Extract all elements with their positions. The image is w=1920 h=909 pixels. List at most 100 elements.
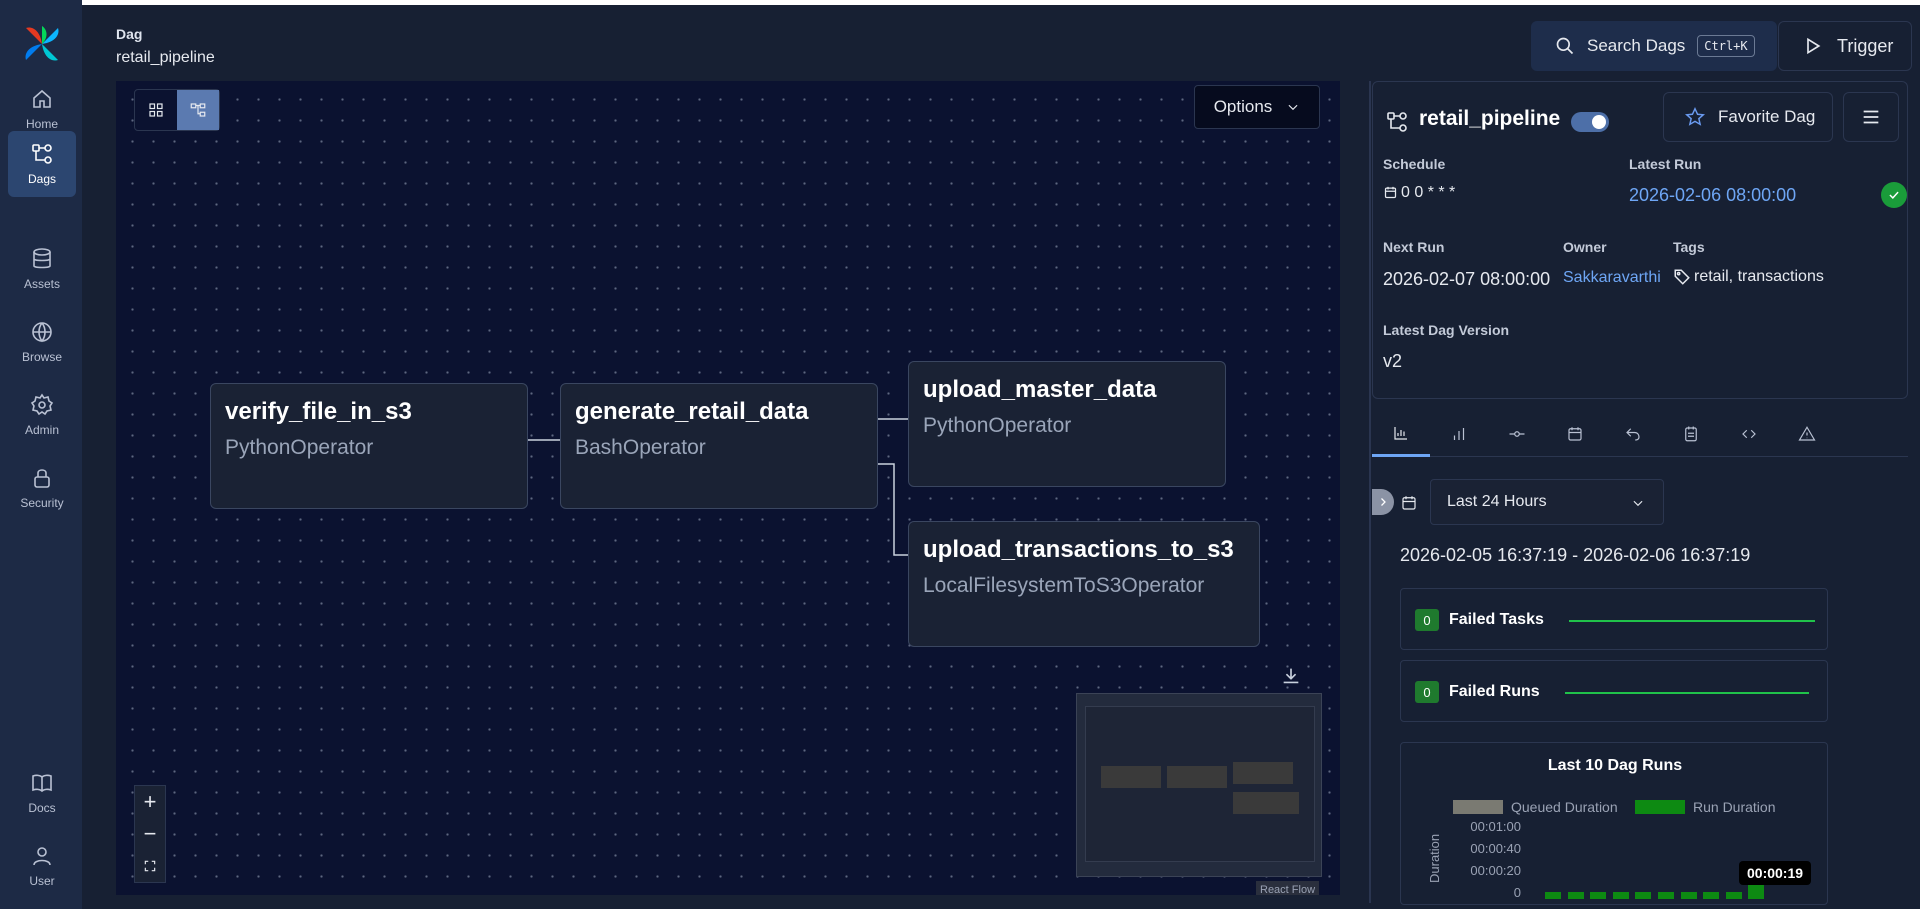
- search-icon: [1556, 37, 1574, 55]
- run-duration-bar[interactable]: [1703, 892, 1720, 899]
- run-duration-bar[interactable]: [1658, 892, 1674, 899]
- tags-value: retail, transactions: [1673, 268, 1824, 286]
- user-icon: [33, 847, 51, 866]
- task-node[interactable]: generate_retail_data BashOperator: [560, 383, 878, 509]
- legend-run[interactable]: Run Duration: [1635, 799, 1776, 815]
- sidebar-item-dags[interactable]: Dags: [8, 131, 76, 197]
- run-duration-bar[interactable]: [1590, 892, 1607, 899]
- trigger-label: Trigger: [1837, 35, 1894, 56]
- date-range-calendar-icon: [1400, 494, 1420, 514]
- dag-icon: [1385, 110, 1409, 134]
- task-operator: PythonOperator: [225, 436, 374, 459]
- sidebar-item-label: Dags: [27, 172, 56, 186]
- sidebar-item-security[interactable]: Security: [8, 455, 76, 521]
- next-run-value: 2026-02-07 08:00:00: [1383, 269, 1551, 289]
- search-dags-button[interactable]: Search Dags Ctrl+K: [1531, 21, 1777, 71]
- tags-label: Tags: [1673, 239, 1705, 255]
- airflow-logo-icon[interactable]: [22, 24, 62, 64]
- more-menu-button[interactable]: [1843, 92, 1899, 142]
- home-icon: [33, 89, 51, 108]
- sidebar-item-user[interactable]: User: [8, 833, 76, 899]
- download-icon[interactable]: [1280, 665, 1302, 687]
- chart-tooltip: 00:00:19: [1739, 861, 1812, 885]
- fullscreen-icon: [144, 860, 156, 872]
- failed-runs-sparkline: [1565, 692, 1809, 694]
- run-duration-bar[interactable]: [1725, 892, 1742, 899]
- gear-icon: [30, 393, 54, 416]
- sidebar-item-label: Browse: [21, 350, 62, 364]
- tab-code[interactable]: [1720, 411, 1778, 457]
- run-duration-bar[interactable]: [1612, 892, 1629, 899]
- favorite-dag-button[interactable]: Favorite Dag: [1663, 92, 1833, 142]
- minimap-node: [1167, 766, 1227, 788]
- sidebar-item-label: Admin: [24, 423, 59, 437]
- owner-link[interactable]: Sakkaravarthi: [1563, 269, 1661, 287]
- sidebar-item-browse[interactable]: Browse: [8, 309, 76, 375]
- run-duration-bar[interactable]: [1635, 892, 1652, 899]
- sidebar-item-docs[interactable]: Docs: [8, 760, 76, 826]
- chevron-down-icon: [1633, 500, 1643, 507]
- legend-queued[interactable]: Queued Duration: [1453, 799, 1618, 815]
- tab-runs[interactable]: [1430, 411, 1488, 457]
- time-range-select[interactable]: Last 24 Hours: [1430, 479, 1664, 525]
- task-name: generate_retail_data: [575, 398, 809, 425]
- sidebar-item-label: Home: [25, 117, 58, 131]
- tab-calendar[interactable]: [1546, 411, 1604, 457]
- search-label: Search Dags: [1587, 36, 1686, 55]
- trigger-button[interactable]: Trigger: [1778, 21, 1912, 71]
- failed-tasks-count: 0: [1415, 609, 1439, 631]
- favorite-label: Favorite Dag: [1718, 107, 1816, 126]
- zoom-in-button[interactable]: +: [135, 786, 165, 818]
- react-flow-attribution[interactable]: React Flow: [1256, 881, 1320, 895]
- failed-runs-card[interactable]: 0 Failed Runs: [1400, 660, 1828, 722]
- minimap[interactable]: [1076, 693, 1322, 877]
- schedule-value: 0 0 * * *: [1383, 184, 1455, 202]
- y-tick: 00:00:40: [1470, 841, 1521, 856]
- run-duration-bar[interactable]: [1567, 892, 1584, 899]
- success-check-icon: [1881, 182, 1907, 208]
- tab-tasks[interactable]: [1488, 411, 1546, 457]
- failed-tasks-card[interactable]: 0 Failed Tasks: [1400, 588, 1828, 650]
- zoom-controls: + −: [134, 785, 166, 883]
- latest-version-label: Latest Dag Version: [1383, 322, 1510, 338]
- globe-icon: [32, 322, 52, 343]
- sidebar-item-admin[interactable]: Admin: [8, 382, 76, 448]
- y-tick: 00:00:20: [1470, 863, 1521, 878]
- task-node[interactable]: upload_transactions_to_s3 LocalFilesyste…: [908, 521, 1260, 647]
- warning-icon: [1798, 426, 1816, 441]
- tab-warnings[interactable]: [1778, 411, 1836, 457]
- zoom-out-button[interactable]: −: [135, 818, 165, 850]
- schedule-label: Schedule: [1383, 156, 1446, 172]
- calendar-icon: [1384, 187, 1397, 199]
- tab-overview[interactable]: [1372, 411, 1430, 457]
- run-duration-bar[interactable]: [1545, 892, 1561, 899]
- run-duration-bar[interactable]: [1680, 892, 1697, 899]
- sidebar-item-label: Assets: [23, 277, 60, 291]
- legend-label: Run Duration: [1693, 799, 1776, 815]
- play-icon: [1807, 37, 1821, 55]
- fit-view-button[interactable]: [135, 850, 165, 882]
- tasks-icon: [1509, 431, 1525, 437]
- next-run-label: Next Run: [1383, 239, 1445, 255]
- sidebar-item-label: User: [29, 874, 55, 888]
- latest-run-link[interactable]: 2026-02-06 08:00:00: [1629, 185, 1796, 206]
- pause-toggle[interactable]: [1571, 112, 1609, 132]
- graph-canvas[interactable]: Options verify_file_in_s3 PythonOperator…: [116, 81, 1340, 895]
- task-node[interactable]: upload_master_data PythonOperator: [908, 361, 1226, 487]
- panel-divider[interactable]: [1369, 81, 1371, 903]
- failed-tasks-sparkline: [1569, 620, 1815, 622]
- calendar-icon: [1568, 427, 1582, 441]
- y-tick: 0: [1513, 885, 1521, 900]
- sidebar: Home Dags Assets Browse Admin Security D…: [0, 0, 82, 909]
- y-axis-label: Duration: [1427, 833, 1442, 883]
- task-node[interactable]: verify_file_in_s3 PythonOperator: [210, 383, 528, 509]
- task-name: upload_transactions_to_s3: [923, 536, 1234, 563]
- failed-tasks-label: Failed Tasks: [1449, 611, 1544, 628]
- tab-backfills[interactable]: [1604, 411, 1662, 457]
- tag-icon: [1674, 269, 1690, 285]
- sidebar-item-assets[interactable]: Assets: [8, 236, 76, 302]
- chevron-right-icon: [1381, 498, 1386, 506]
- book-icon: [32, 774, 52, 793]
- legend-label: Queued Duration: [1511, 799, 1618, 815]
- tab-events[interactable]: [1662, 411, 1720, 457]
